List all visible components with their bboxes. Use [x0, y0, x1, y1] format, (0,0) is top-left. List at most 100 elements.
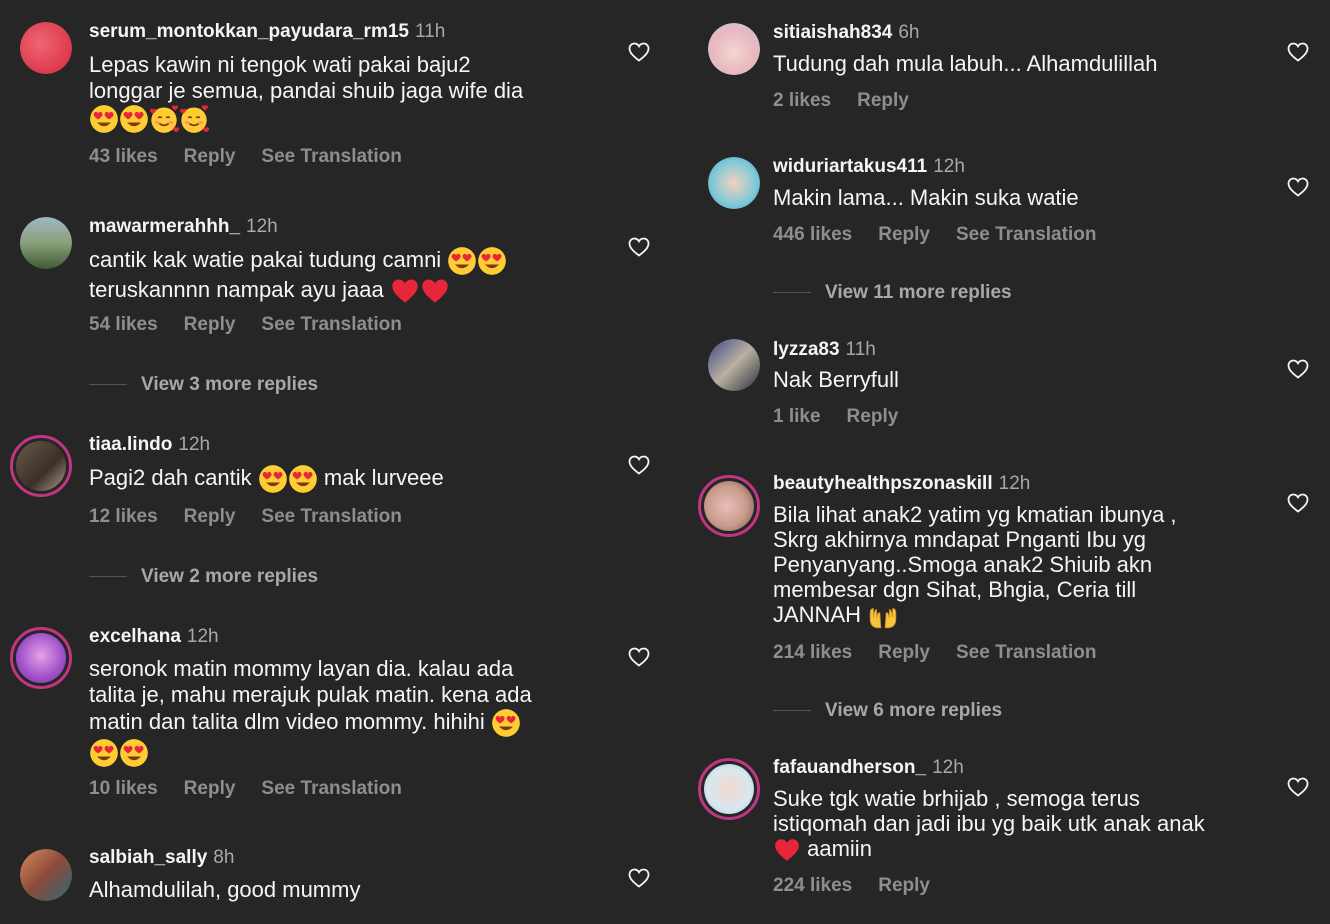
view-more-replies[interactable]: View 2 more replies: [89, 566, 318, 588]
heart-eyes-emoji: [491, 708, 521, 738]
like-heart-icon[interactable]: [1286, 357, 1310, 381]
comment-username[interactable]: tiaa.lindo: [89, 434, 172, 455]
comment-time: 11h: [845, 339, 876, 360]
comment-text-line2: teruskannnn nampak ayu jaaa: [89, 276, 384, 302]
smiling-face-with-hearts-emoji: [179, 104, 209, 134]
red-heart-emoji: [420, 276, 450, 306]
likes-count[interactable]: 224 likes: [773, 875, 852, 896]
view-more-replies[interactable]: View 11 more replies: [773, 282, 1012, 304]
comment-text-last: aamiin: [807, 836, 872, 861]
avatar-story-ring[interactable]: [10, 627, 72, 689]
comment-time: 12h: [246, 216, 278, 237]
emoji-row: [89, 105, 209, 130]
likes-count[interactable]: 446 likes: [773, 224, 852, 245]
likes-count[interactable]: 1 like: [773, 406, 821, 427]
see-translation-button[interactable]: See Translation: [956, 642, 1096, 663]
avatar[interactable]: [20, 849, 72, 901]
comment-username[interactable]: salbiah_sally: [89, 847, 207, 868]
comment-text: Nak Berryfull: [773, 367, 899, 392]
red-heart-emoji: [390, 276, 420, 306]
comment-username[interactable]: widuriartakus411: [773, 156, 927, 177]
comment-time: 12h: [178, 434, 211, 455]
see-translation-button[interactable]: See Translation: [261, 314, 401, 335]
comment-time: 11h: [414, 21, 446, 42]
comment-text: Pagi2 dah cantik: [89, 464, 252, 490]
comment-text: cantik kak watie pakai tudung camni: [89, 246, 442, 272]
divider: [89, 576, 127, 578]
reply-button[interactable]: Reply: [878, 642, 930, 663]
comment-text: Makin lama... Makin suka watie: [773, 185, 1079, 210]
divider: [89, 384, 127, 386]
reply-button[interactable]: Reply: [184, 146, 236, 167]
likes-count[interactable]: 54 likes: [89, 314, 158, 335]
comment-username[interactable]: beautyhealthpszonaskill: [773, 473, 993, 494]
reply-button[interactable]: Reply: [857, 90, 909, 111]
like-heart-icon[interactable]: [1286, 491, 1310, 515]
comment-text-after: mak lurveee: [323, 464, 444, 490]
smiling-face-with-hearts-emoji: [149, 104, 179, 134]
like-heart-icon[interactable]: [627, 235, 651, 259]
like-heart-icon[interactable]: [627, 453, 651, 477]
avatar-story-ring[interactable]: [698, 758, 760, 820]
likes-count[interactable]: 214 likes: [773, 642, 852, 663]
avatar[interactable]: [20, 217, 72, 269]
comment-text: seronok matin mommy layan dia. kalau ada…: [89, 656, 532, 734]
likes-count[interactable]: 10 likes: [89, 778, 158, 799]
comment-text: Bila lihat anak2 yatim yg kmatian ibunya…: [773, 502, 1177, 602]
comment-username[interactable]: sitiaishah834: [773, 22, 892, 43]
likes-count[interactable]: 12 likes: [89, 506, 158, 527]
reply-button[interactable]: Reply: [184, 506, 236, 527]
view-more-label: View 11 more replies: [825, 282, 1012, 303]
reply-button[interactable]: Reply: [184, 314, 236, 335]
heart-eyes-emoji: [447, 246, 477, 276]
avatar-story-ring[interactable]: [698, 475, 760, 537]
reply-button[interactable]: Reply: [878, 875, 930, 896]
view-more-replies[interactable]: View 3 more replies: [89, 374, 318, 396]
red-heart-emoji: [773, 836, 801, 864]
view-more-label: View 3 more replies: [141, 374, 319, 395]
heart-eyes-emoji: [258, 464, 288, 494]
avatar[interactable]: [708, 157, 760, 209]
see-translation-button[interactable]: See Translation: [956, 224, 1096, 245]
heart-eyes-emoji: [119, 104, 149, 134]
reply-button[interactable]: Reply: [184, 778, 236, 799]
comment-username[interactable]: mawarmerahhh_: [89, 216, 240, 237]
see-translation-button[interactable]: See Translation: [261, 146, 401, 167]
likes-count[interactable]: 2 likes: [773, 90, 831, 111]
comment-username[interactable]: serum_montokkan_payudara_rm15: [89, 21, 409, 42]
comment-time: 6h: [898, 22, 920, 43]
comment-time: 12h: [932, 757, 964, 778]
comment-time: 12h: [186, 626, 219, 647]
reply-button[interactable]: Reply: [847, 406, 899, 427]
heart-eyes-emoji: [89, 738, 119, 768]
comment-username[interactable]: lyzza83: [773, 339, 840, 360]
like-heart-icon[interactable]: [1286, 40, 1310, 64]
comment-text: Suke tgk watie brhijab , semoga terus is…: [773, 786, 1205, 836]
avatar[interactable]: [708, 339, 760, 391]
view-more-label: View 2 more replies: [141, 566, 319, 587]
comment-username[interactable]: excelhana: [89, 626, 181, 647]
like-heart-icon[interactable]: [1286, 775, 1310, 799]
comment-text-last: JANNAH: [773, 602, 862, 627]
heart-eyes-emoji: [288, 464, 318, 494]
view-more-replies[interactable]: View 6 more replies: [773, 700, 1002, 722]
likes-count[interactable]: 43 likes: [89, 146, 158, 167]
heart-eyes-emoji: [89, 104, 119, 134]
like-heart-icon[interactable]: [627, 866, 651, 890]
avatar[interactable]: [708, 23, 760, 75]
comment-time: 12h: [933, 156, 965, 177]
see-translation-button[interactable]: See Translation: [261, 506, 401, 527]
see-translation-button[interactable]: See Translation: [261, 778, 401, 799]
comment-text: Lepas kawin ni tengok wati pakai baju2 l…: [89, 52, 524, 103]
reply-button[interactable]: Reply: [878, 224, 930, 245]
like-heart-icon[interactable]: [627, 40, 651, 64]
comment-time: 8h: [213, 847, 235, 868]
like-heart-icon[interactable]: [627, 645, 651, 669]
avatar[interactable]: [20, 22, 72, 74]
like-heart-icon[interactable]: [1286, 175, 1310, 199]
comment-text: Alhamdulilah, good mummy: [89, 877, 361, 902]
comment-username[interactable]: fafauandherson_: [773, 757, 926, 778]
view-more-label: View 6 more replies: [825, 700, 1003, 721]
avatar-story-ring[interactable]: [10, 435, 72, 497]
divider: [773, 292, 811, 294]
